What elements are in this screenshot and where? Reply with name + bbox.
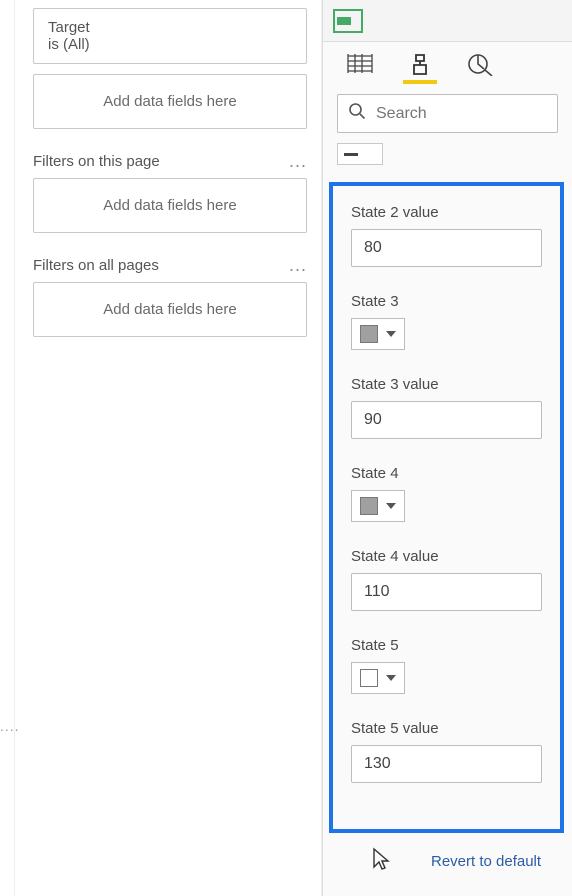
format-search-input[interactable] <box>374 104 547 124</box>
gauge-visual-icon[interactable] <box>333 9 363 33</box>
visualizations-header <box>323 0 572 42</box>
revert-to-default-link[interactable]: Revert to default <box>431 853 541 870</box>
page-filters-more-icon[interactable]: ... <box>289 151 307 172</box>
state5-label: State 5 <box>351 637 542 654</box>
add-fields-visual[interactable]: Add data fields here <box>33 74 307 129</box>
all-pages-filters-more-icon[interactable]: ... <box>289 255 307 276</box>
state2-value-input[interactable] <box>351 229 542 267</box>
state2-value-label: State 2 value <box>351 204 542 221</box>
state4-color-picker[interactable] <box>351 490 405 522</box>
chevron-down-icon <box>386 675 396 681</box>
format-search-box[interactable] <box>337 94 558 133</box>
all-pages-filters-heading: Filters on all pages <box>33 257 159 274</box>
state4-value-label: State 4 value <box>351 548 542 565</box>
format-options-highlight: State 2 value State 3 State 3 value Stat… <box>329 182 564 833</box>
tab-fields[interactable] <box>343 52 377 84</box>
add-fields-all-pages[interactable]: Add data fields here <box>33 282 307 337</box>
state3-color-swatch <box>360 325 378 343</box>
search-icon <box>348 102 366 125</box>
format-pane: State 2 value State 3 State 3 value Stat… <box>322 0 572 896</box>
tab-format[interactable] <box>403 52 437 84</box>
state4-color-swatch <box>360 497 378 515</box>
state4-value-input[interactable] <box>351 573 542 611</box>
state3-value-input[interactable] <box>351 401 542 439</box>
filter-field-name: Target <box>48 19 292 36</box>
filters-pane: Target is (All) Add data fields here Fil… <box>14 0 322 896</box>
state5-color-swatch <box>360 669 378 687</box>
state3-color-picker[interactable] <box>351 318 405 350</box>
chevron-down-icon <box>386 503 396 509</box>
filter-field-summary: is (All) <box>48 36 292 53</box>
tab-analytics[interactable] <box>463 52 497 84</box>
state5-value-input[interactable] <box>351 745 542 783</box>
filter-card-target[interactable]: Target is (All) <box>33 8 307 64</box>
state3-label: State 3 <box>351 293 542 310</box>
chevron-down-icon <box>386 331 396 337</box>
state3-value-label: State 3 value <box>351 376 542 393</box>
collapsed-format-card[interactable] <box>337 143 383 165</box>
state5-value-label: State 5 value <box>351 720 542 737</box>
cursor-icon <box>371 847 391 876</box>
state4-label: State 4 <box>351 465 542 482</box>
left-collapse-dots[interactable]: .... <box>0 718 20 734</box>
pane-tabs <box>323 42 572 88</box>
state5-color-picker[interactable] <box>351 662 405 694</box>
add-fields-page[interactable]: Add data fields here <box>33 178 307 233</box>
page-filters-heading: Filters on this page <box>33 153 160 170</box>
